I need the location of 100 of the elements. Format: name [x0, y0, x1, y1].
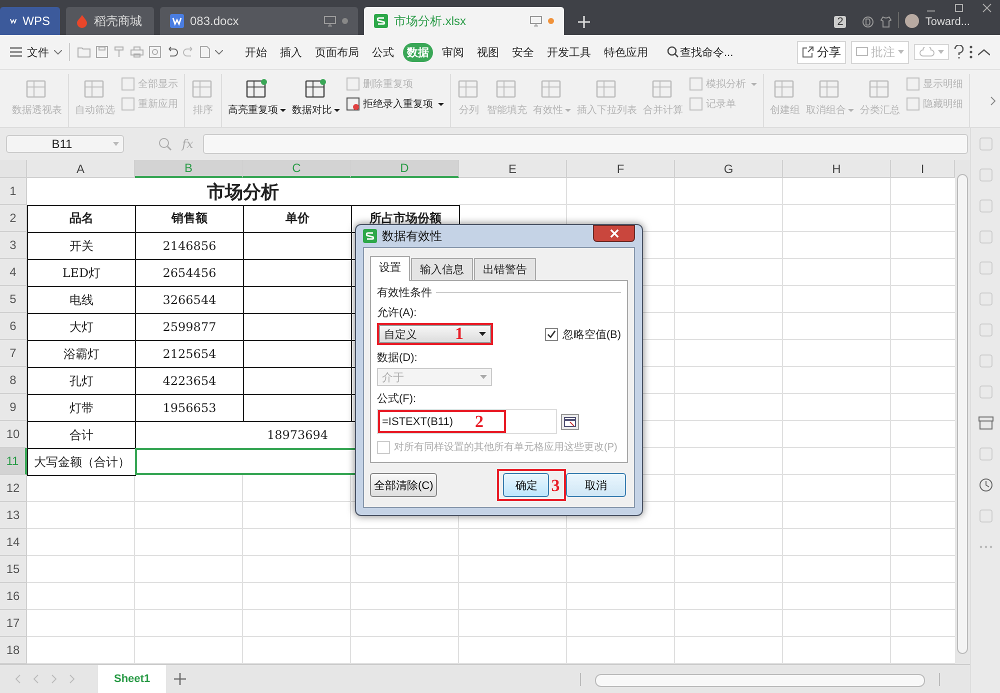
panel-tool-icon[interactable] — [978, 229, 994, 245]
row-header[interactable]: 9 — [0, 394, 27, 421]
menu-tab[interactable]: 特色应用 — [600, 42, 652, 62]
panel-tool-icon[interactable] — [978, 353, 994, 369]
avatar[interactable] — [905, 14, 920, 28]
dot-icon[interactable] — [548, 18, 554, 24]
column-header[interactable]: E — [459, 160, 567, 178]
undo-icon[interactable] — [166, 46, 178, 58]
vertical-scrollbar[interactable] — [955, 160, 970, 664]
menu-tab[interactable]: 开发工具 — [543, 42, 595, 62]
monitor-icon[interactable] — [530, 16, 542, 26]
panel-tool-icon[interactable] — [978, 198, 994, 214]
collapse-icon[interactable] — [978, 48, 990, 56]
document-tab[interactable]: WPS — [0, 7, 60, 35]
dialog-button[interactable]: 全部清除(C) — [370, 473, 438, 497]
select-all-corner[interactable] — [0, 160, 27, 178]
panel-tool-icon[interactable] — [978, 167, 994, 183]
redo-icon[interactable] — [183, 46, 195, 58]
column-header[interactable]: A — [27, 160, 135, 178]
dot-icon[interactable] — [342, 18, 348, 24]
dialog-tab[interactable]: 输入信息 — [411, 258, 473, 280]
close-button[interactable] — [593, 225, 635, 242]
monitor-icon[interactable] — [324, 16, 336, 26]
caret-icon[interactable] — [54, 50, 62, 54]
ribbon-button[interactable]: 高亮重复项 — [228, 74, 286, 127]
panel-tool-icon[interactable] — [978, 446, 994, 462]
more-icon[interactable] — [969, 45, 973, 59]
ribbon-button[interactable]: 拒绝录入重复项 — [346, 97, 444, 111]
menu-tab[interactable]: 视图 — [473, 42, 503, 62]
sheet-tab[interactable]: Sheet1 — [98, 665, 166, 693]
row-header[interactable]: 15 — [0, 556, 27, 583]
close-icon[interactable] — [982, 3, 992, 13]
share-button[interactable]: 分享 — [797, 40, 846, 64]
caret-icon[interactable] — [215, 50, 223, 54]
zoom-icon[interactable] — [158, 137, 172, 151]
row-header[interactable]: 14 — [0, 529, 27, 556]
row-header[interactable]: 16 — [0, 583, 27, 610]
user-name[interactable]: Toward... — [925, 16, 970, 28]
dialog-tab[interactable]: 出错警告 — [474, 258, 536, 280]
file-menu[interactable]: 文件 — [27, 44, 49, 60]
dialog-button[interactable]: 取消 — [566, 473, 626, 497]
row-header[interactable]: 6 — [0, 313, 27, 340]
maximize-icon[interactable] — [954, 3, 964, 13]
dialog-tab[interactable]: 设置 — [370, 256, 410, 281]
add-sheet-icon[interactable] — [174, 673, 186, 685]
menu-tab[interactable]: 插入 — [276, 42, 306, 62]
cell-name-box[interactable]: B11 — [6, 135, 124, 153]
window-count-badge[interactable]: 2 — [834, 16, 846, 28]
shirt-icon[interactable] — [880, 16, 892, 28]
page-icon[interactable] — [200, 46, 210, 58]
column-header[interactable]: F — [567, 160, 675, 178]
panel-tool-icon[interactable] — [978, 508, 994, 524]
row-header[interactable]: 1 — [0, 178, 27, 205]
row-header[interactable]: 7 — [0, 340, 27, 367]
menu-icon[interactable] — [10, 47, 22, 57]
document-tab[interactable]: 稻壳商城 — [66, 7, 154, 35]
panel-tool-icon[interactable] — [978, 136, 994, 152]
history-icon[interactable] — [978, 477, 994, 493]
menu-tab[interactable]: 数据 — [403, 42, 433, 62]
menu-tab[interactable]: 页面布局 — [311, 42, 363, 62]
cloud-button[interactable] — [914, 44, 949, 60]
menu-tab[interactable]: 安全 — [508, 42, 538, 62]
row-header[interactable]: 4 — [0, 259, 27, 286]
ribbon-button[interactable]: 数据对比 — [292, 74, 340, 127]
help-icon[interactable] — [954, 45, 964, 59]
panel-tool-icon[interactable] — [978, 260, 994, 276]
column-header[interactable]: I — [891, 160, 955, 178]
row-header[interactable]: 12 — [0, 475, 27, 502]
row-header[interactable]: 5 — [0, 286, 27, 313]
panel-tool-icon[interactable] — [978, 291, 994, 307]
range-picker-button[interactable] — [561, 414, 579, 430]
folder-icon[interactable] — [77, 46, 91, 58]
row-header[interactable]: 18 — [0, 637, 27, 664]
row-header[interactable]: 10 — [0, 421, 27, 448]
menu-tab[interactable]: 审阅 — [438, 42, 468, 62]
scroll-right-icon[interactable] — [990, 96, 996, 106]
save-icon[interactable] — [96, 46, 108, 58]
column-header[interactable]: H — [783, 160, 891, 178]
row-header[interactable]: 2 — [0, 205, 27, 232]
row-header[interactable]: 13 — [0, 502, 27, 529]
checkbox[interactable] — [545, 328, 558, 340]
horizontal-scrollbar[interactable] — [580, 672, 940, 686]
menu-tab[interactable]: 开始 — [241, 42, 271, 62]
menu-tab[interactable]: 公式 — [368, 42, 398, 62]
new-tab-icon[interactable] — [578, 16, 590, 28]
column-header[interactable]: G — [675, 160, 783, 178]
document-tab[interactable]: 市场分析.xlsx — [364, 7, 564, 35]
command-search[interactable]: 查找命令... — [680, 44, 734, 60]
formula-input[interactable] — [203, 134, 968, 154]
preview-icon[interactable] — [149, 46, 161, 58]
row-header[interactable]: 3 — [0, 232, 27, 259]
panel-tool-icon[interactable] — [978, 322, 994, 338]
caret-icon — [334, 108, 340, 112]
document-tab[interactable]: 083.docx — [160, 7, 358, 35]
panel-tool-icon[interactable] — [978, 384, 994, 400]
row-header[interactable]: 8 — [0, 367, 27, 394]
dialog-button[interactable]: 确定 — [503, 473, 550, 497]
print-icon[interactable] — [130, 46, 144, 58]
row-header[interactable]: 17 — [0, 610, 27, 637]
archive-icon[interactable] — [978, 415, 994, 431]
